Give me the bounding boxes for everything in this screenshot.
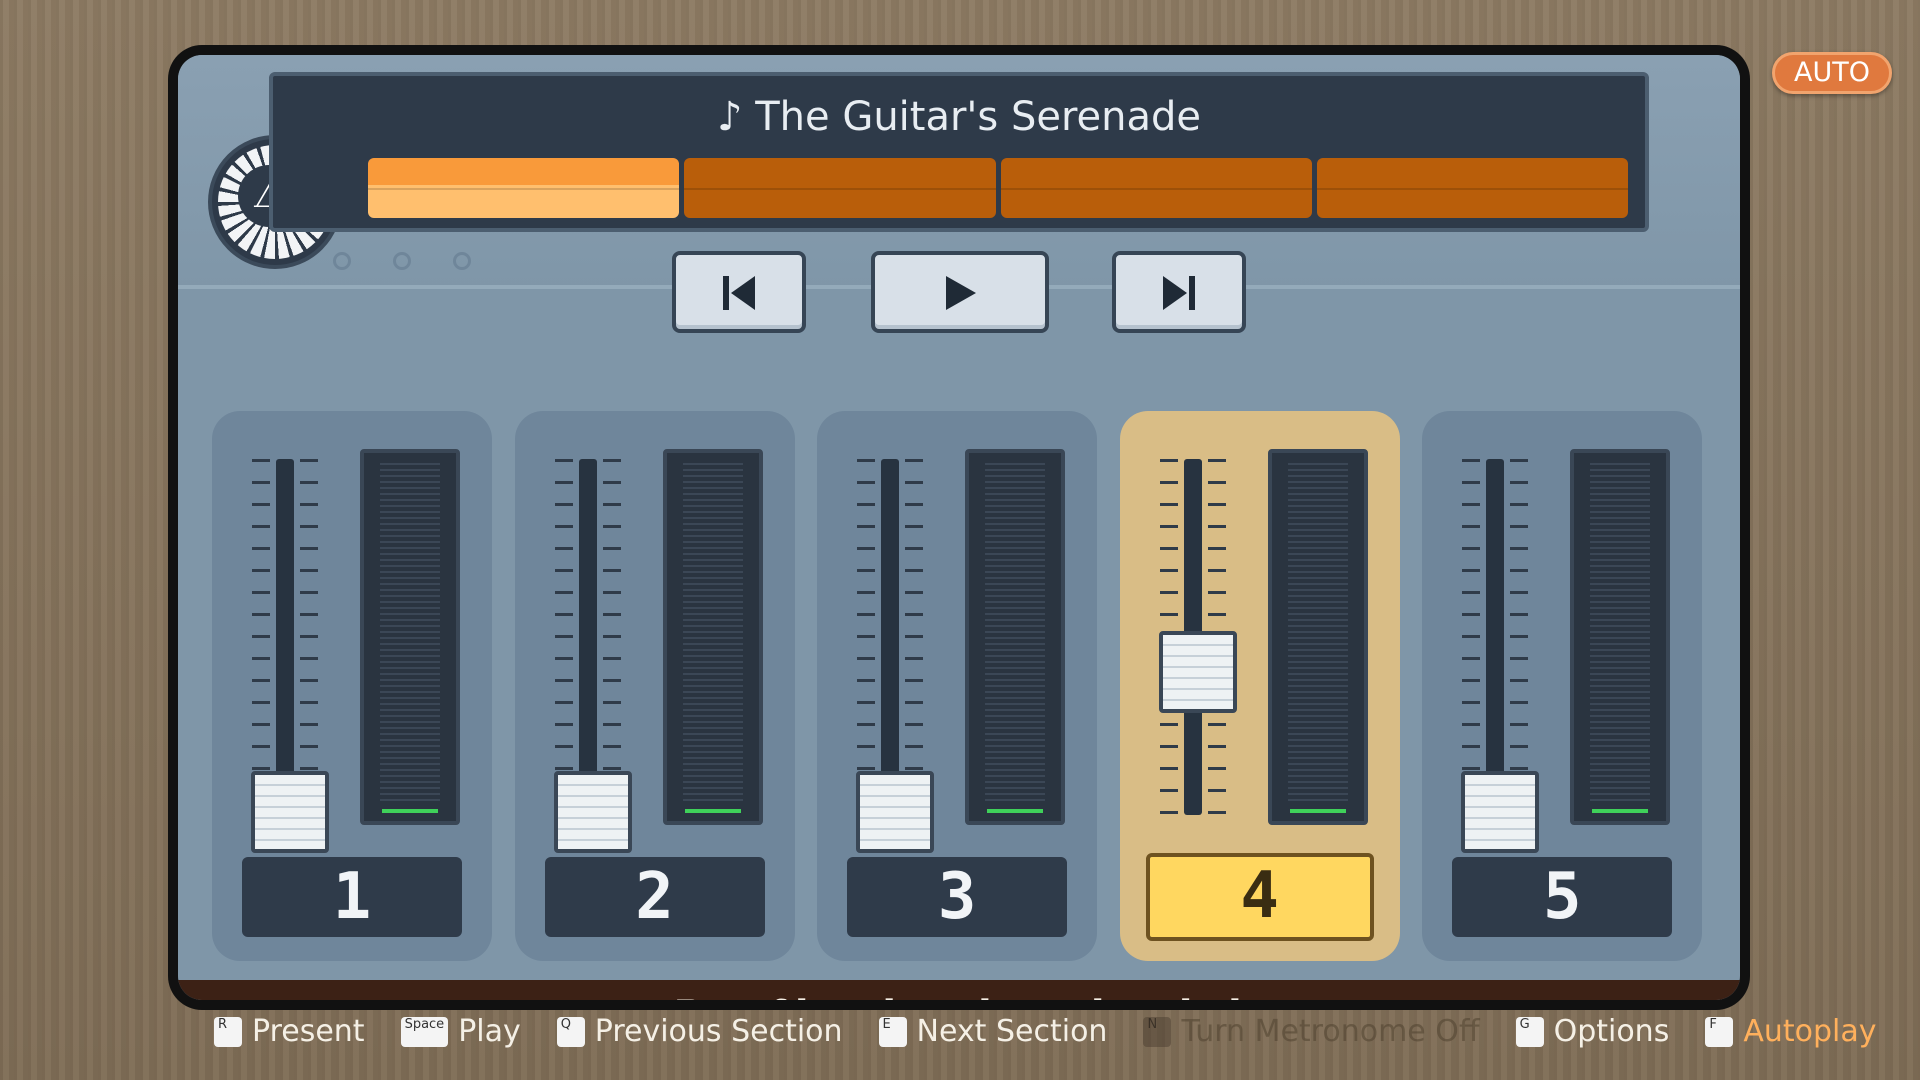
hint-label: Options — [1553, 1014, 1670, 1049]
hint-present: R Present — [214, 1014, 365, 1049]
tempo-indicators — [333, 252, 471, 270]
meter-level — [1289, 809, 1346, 813]
hint-autoplay: F Autoplay — [1705, 1014, 1877, 1049]
channel-strips: 1 2 345 — [212, 411, 1722, 961]
fader-knob[interactable] — [1461, 771, 1540, 853]
section-segment — [1316, 158, 1628, 218]
skip-forward-icon — [1163, 276, 1195, 310]
key-cap: G — [1515, 1016, 1544, 1047]
key-cap: E — [878, 1016, 907, 1047]
song-display: ♪ The Guitar's Serenade — [269, 72, 1649, 232]
channel-number: 3 — [847, 857, 1068, 937]
subtitle: Proof he played one-handed — [178, 980, 1740, 1000]
channel-strip-1[interactable]: 1 — [212, 411, 492, 961]
fader-track — [881, 459, 900, 777]
previous-section-button[interactable] — [672, 251, 806, 333]
hint-label: Autoplay — [1743, 1014, 1877, 1049]
fader-knob[interactable] — [856, 771, 935, 853]
hint-label: Play — [458, 1014, 521, 1049]
play-icon — [946, 276, 976, 310]
mixer-device: ⧍ ♪ The Guitar's Serenade — [168, 45, 1750, 1010]
hint-previous-section: Q Previous Section — [556, 1014, 843, 1049]
song-title: ♪ The Guitar's Serenade — [716, 94, 1202, 140]
fader-track — [1486, 459, 1505, 777]
channel-strip-4[interactable]: 4 — [1119, 411, 1400, 961]
channel-number: 1 — [242, 857, 462, 937]
fader-knob[interactable] — [1158, 630, 1237, 713]
meter-level — [684, 809, 741, 813]
meter-level — [1592, 809, 1649, 813]
hint-label: Turn Metronome Off — [1181, 1014, 1480, 1049]
hint-label: Previous Section — [594, 1014, 843, 1049]
hint-play: Space Play — [400, 1014, 521, 1049]
channel-number: 5 — [1452, 857, 1673, 937]
channel-strip-5[interactable]: 5 — [1422, 411, 1703, 961]
auto-badge[interactable]: AUTO — [1772, 52, 1892, 94]
section-segment — [368, 158, 680, 218]
channel-strip-3[interactable]: 3 — [817, 411, 1098, 961]
hint-label: Next Section — [916, 1014, 1108, 1049]
key-cap: Q — [556, 1016, 585, 1047]
hint-options: G Options — [1515, 1014, 1670, 1049]
channel-number: 2 — [544, 857, 765, 937]
fader-track — [276, 459, 294, 777]
tempo-dot — [333, 252, 351, 270]
section-segment — [684, 158, 996, 218]
hint-turn-metronome-off: N Turn Metronome Off — [1143, 1014, 1480, 1049]
hint-label: Present — [252, 1014, 365, 1049]
meter-level — [987, 809, 1044, 813]
control-hints: R Present Space Play Q Previous Section E Next … — [214, 1014, 1877, 1049]
skip-back-icon — [723, 276, 755, 310]
level-meter — [662, 449, 763, 825]
fader-track — [578, 459, 597, 777]
key-cap: R — [214, 1016, 242, 1047]
section-progress — [368, 158, 1628, 218]
mixer-panel: ⧍ ♪ The Guitar's Serenade — [178, 55, 1740, 1000]
level-meter — [360, 449, 460, 825]
channel-number: 4 — [1145, 853, 1374, 941]
play-button[interactable] — [871, 251, 1049, 333]
key-cap: F — [1705, 1016, 1734, 1047]
level-meter — [1570, 449, 1671, 825]
key-cap: Space — [400, 1016, 449, 1047]
fader-knob[interactable] — [553, 771, 632, 853]
hint-next-section: E Next Section — [878, 1014, 1108, 1049]
key-cap: N — [1143, 1016, 1172, 1047]
level-meter — [1267, 449, 1368, 825]
tempo-dot — [453, 252, 471, 270]
tempo-dot — [393, 252, 411, 270]
level-meter — [965, 449, 1066, 825]
next-section-button[interactable] — [1112, 251, 1246, 333]
meter-level — [382, 809, 438, 813]
channel-strip-2[interactable]: 2 — [514, 411, 795, 961]
section-segment — [1000, 158, 1312, 218]
fader-knob[interactable] — [251, 771, 329, 853]
